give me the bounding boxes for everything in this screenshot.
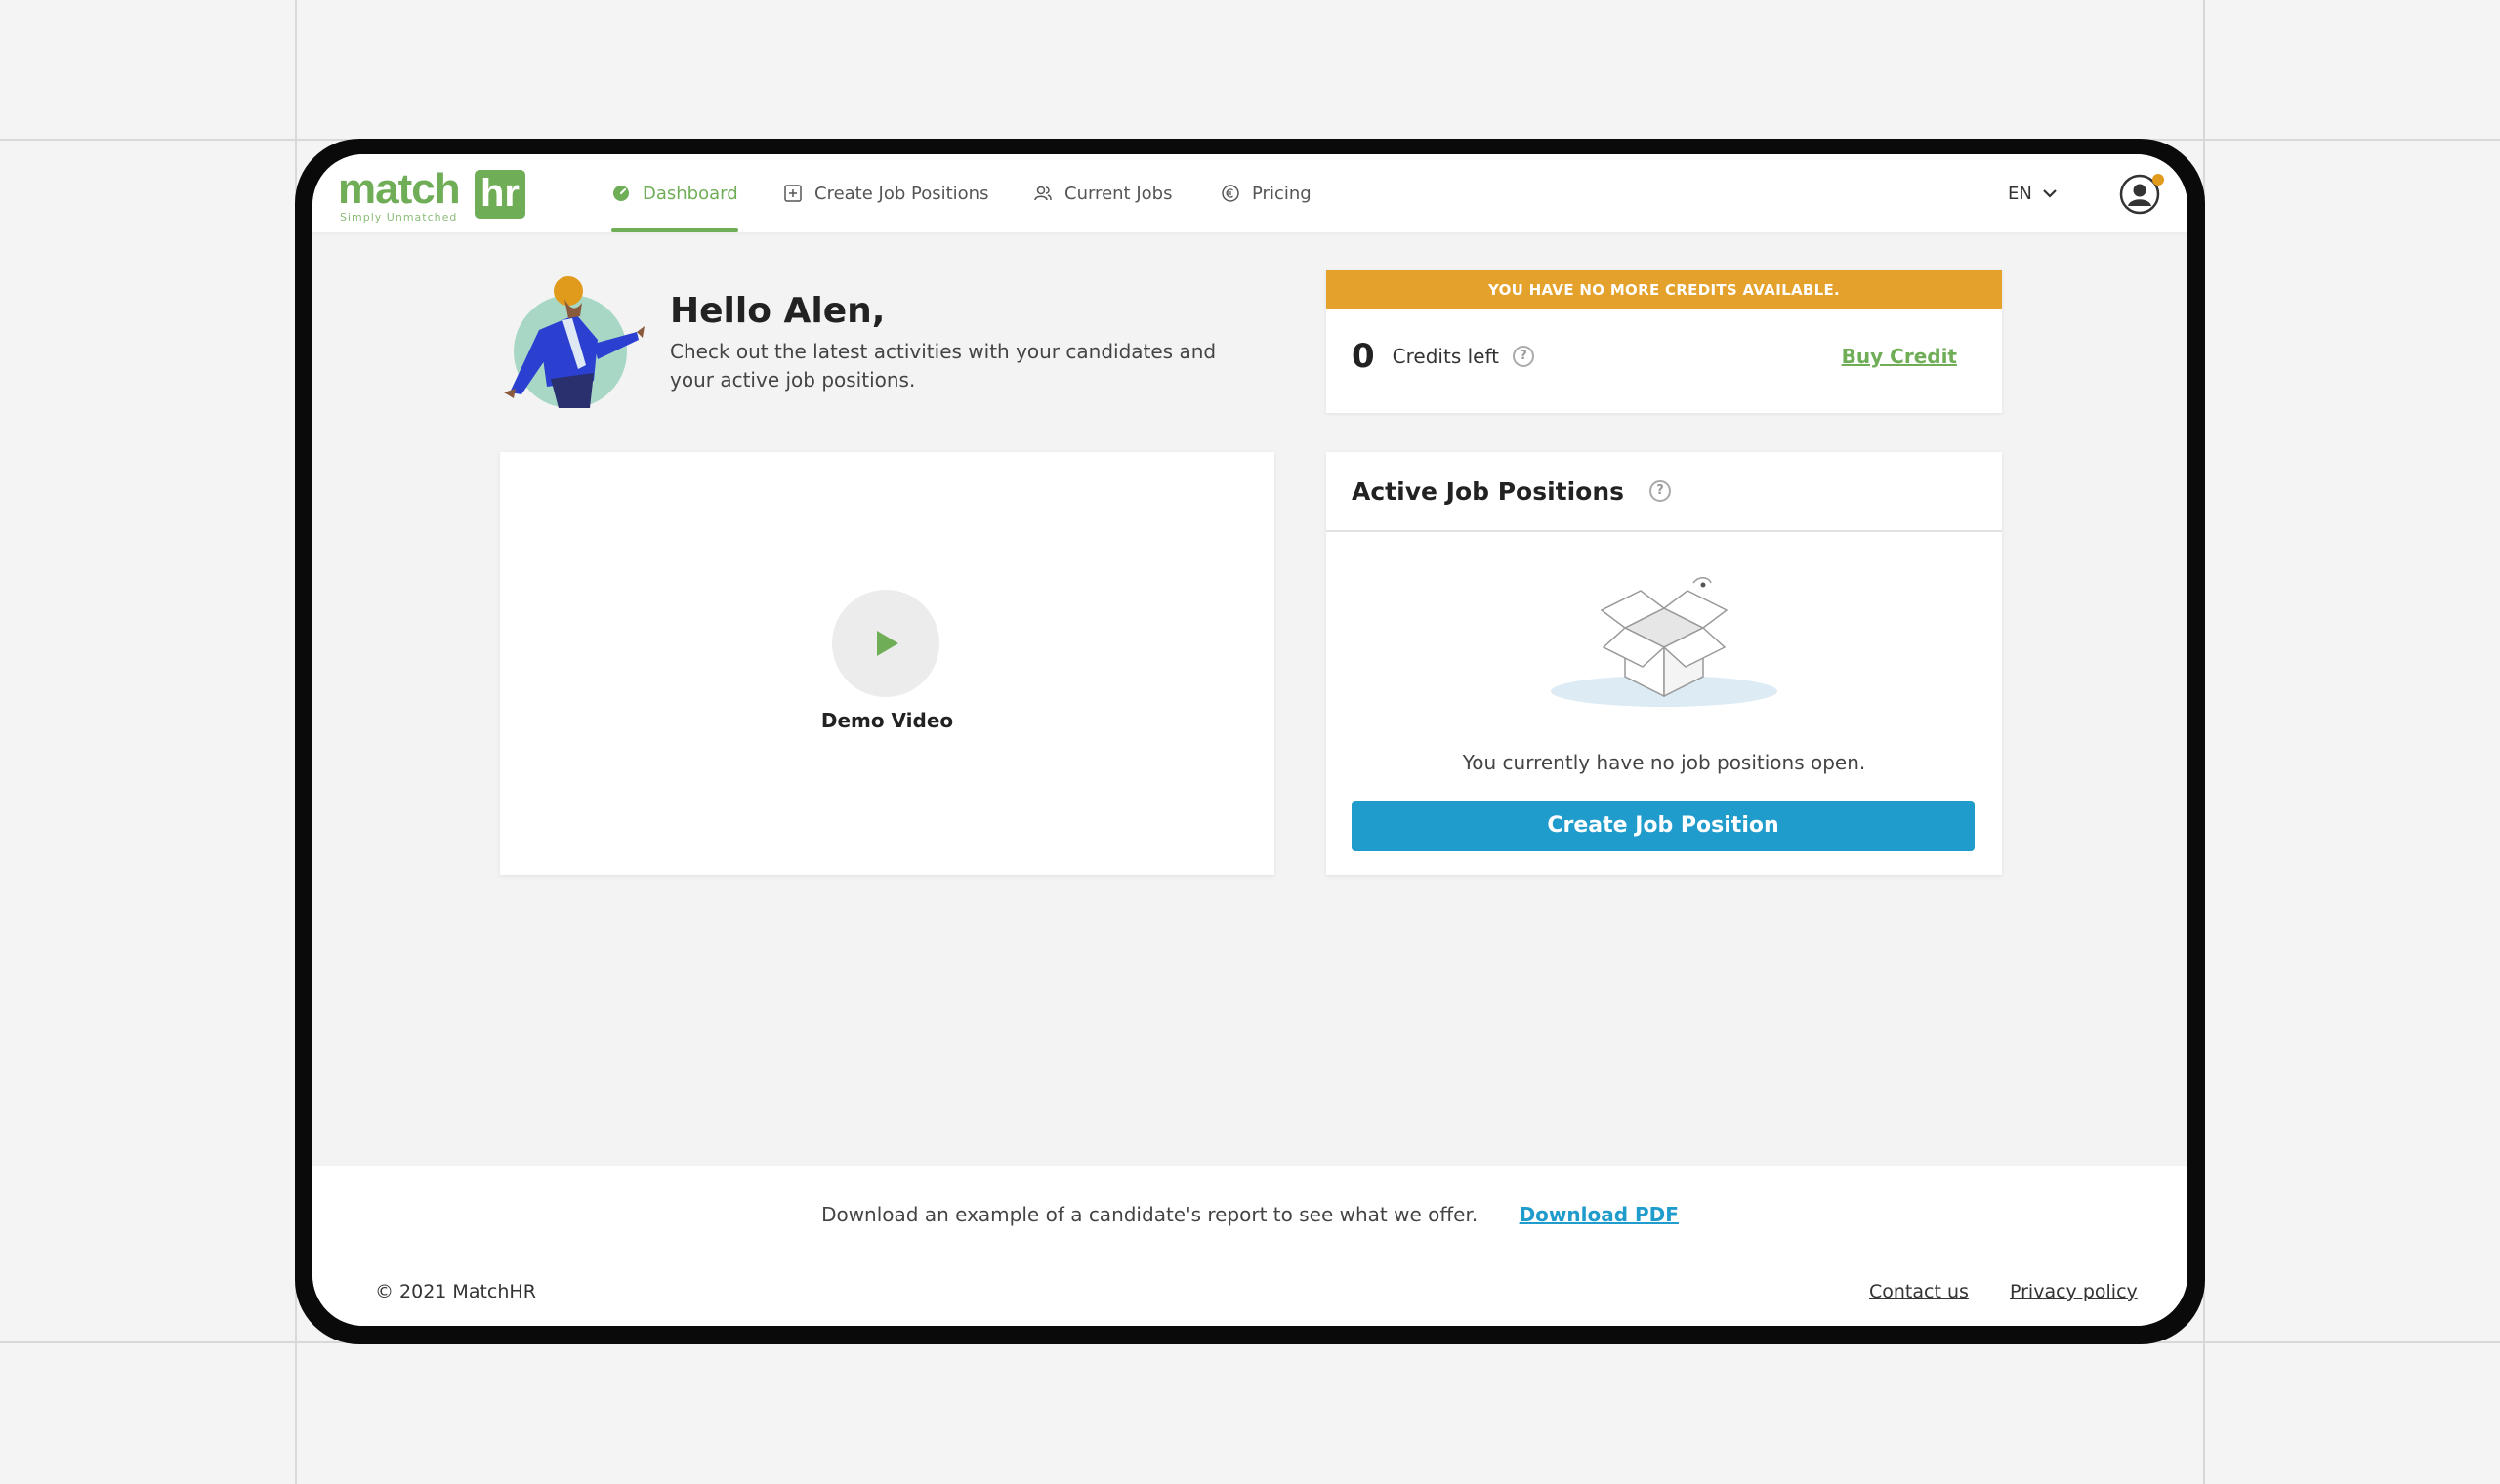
app-screen: match hr Simply Unmatched Dashboard Crea… — [312, 154, 2188, 1326]
play-icon[interactable] — [832, 590, 939, 697]
footer-download-message: Download an example of a candidate's rep… — [821, 1203, 1479, 1226]
active-jobs-card: Active Job Positions ? You currently hav… — [1326, 452, 2002, 875]
nav-current-jobs-label: Current Jobs — [1064, 183, 1173, 204]
nav-pricing-label: Pricing — [1252, 183, 1312, 204]
euro-icon — [1222, 185, 1239, 202]
create-job-position-button[interactable]: Create Job Position — [1352, 801, 1975, 851]
users-icon — [1034, 186, 1052, 201]
welcome-illustration — [504, 276, 645, 408]
credits-count: 0 — [1352, 337, 1375, 376]
no-credits-banner: YOU HAVE NO MORE CREDITS AVAILABLE. — [1326, 270, 2002, 309]
footer: Download an example of a candidate's rep… — [312, 1166, 2188, 1326]
footer-download-row: Download an example of a candidate's rep… — [312, 1203, 2188, 1226]
language-selector[interactable]: EN — [2008, 154, 2058, 232]
tablet-frame: match hr Simply Unmatched Dashboard Crea… — [295, 139, 2205, 1344]
buy-credit-link[interactable]: Buy Credit — [1842, 345, 1957, 368]
credits-row: 0 Credits left ? Buy Credit — [1352, 337, 1957, 376]
greeting-title: Hello Alen, — [670, 291, 886, 331]
greeting-subtitle: Check out the latest activities with you… — [670, 340, 1217, 392]
matchhr-logo[interactable]: match hr Simply Unmatched — [338, 165, 525, 227]
help-icon[interactable]: ? — [1513, 346, 1534, 367]
nav-create-job-positions[interactable]: Create Job Positions — [783, 154, 988, 232]
chevron-down-icon — [2043, 189, 2057, 198]
nav-dashboard-label: Dashboard — [643, 183, 738, 204]
nav-pricing[interactable]: Pricing — [1221, 154, 1312, 232]
demo-video-card: Demo Video — [500, 452, 1274, 875]
plus-square-icon — [784, 185, 802, 202]
nav-dashboard[interactable]: Dashboard — [611, 154, 738, 232]
no-jobs-message: You currently have no job positions open… — [1462, 751, 1866, 774]
credits-label: Credits left — [1392, 345, 1499, 368]
user-menu-button[interactable] — [2119, 174, 2164, 215]
copyright: © 2021 MatchHR — [375, 1281, 536, 1302]
notification-dot — [2152, 174, 2164, 186]
contact-us-link[interactable]: Contact us — [1869, 1281, 1969, 1302]
logo-wordmark: match — [338, 165, 461, 213]
dashboard-icon — [613, 186, 629, 201]
active-jobs-header: Active Job Positions ? — [1326, 452, 2002, 532]
logo-tagline: Simply Unmatched — [340, 211, 458, 224]
nav-create-job-positions-label: Create Job Positions — [814, 183, 989, 204]
language-value: EN — [2008, 183, 2032, 204]
privacy-policy-link[interactable]: Privacy policy — [2010, 1281, 2138, 1302]
nav-current-jobs[interactable]: Current Jobs — [1033, 154, 1172, 232]
active-jobs-title: Active Job Positions — [1352, 476, 1625, 506]
help-icon[interactable]: ? — [1649, 480, 1672, 502]
download-pdf-link[interactable]: Download PDF — [1520, 1203, 1679, 1226]
top-navbar: match hr Simply Unmatched Dashboard Crea… — [312, 154, 2188, 232]
credits-card: YOU HAVE NO MORE CREDITS AVAILABLE. 0 Cr… — [1326, 270, 2002, 413]
empty-box-illustration — [1551, 577, 1777, 707]
logo-hr-box: hr — [475, 170, 525, 219]
demo-video-label: Demo Video — [820, 709, 954, 732]
